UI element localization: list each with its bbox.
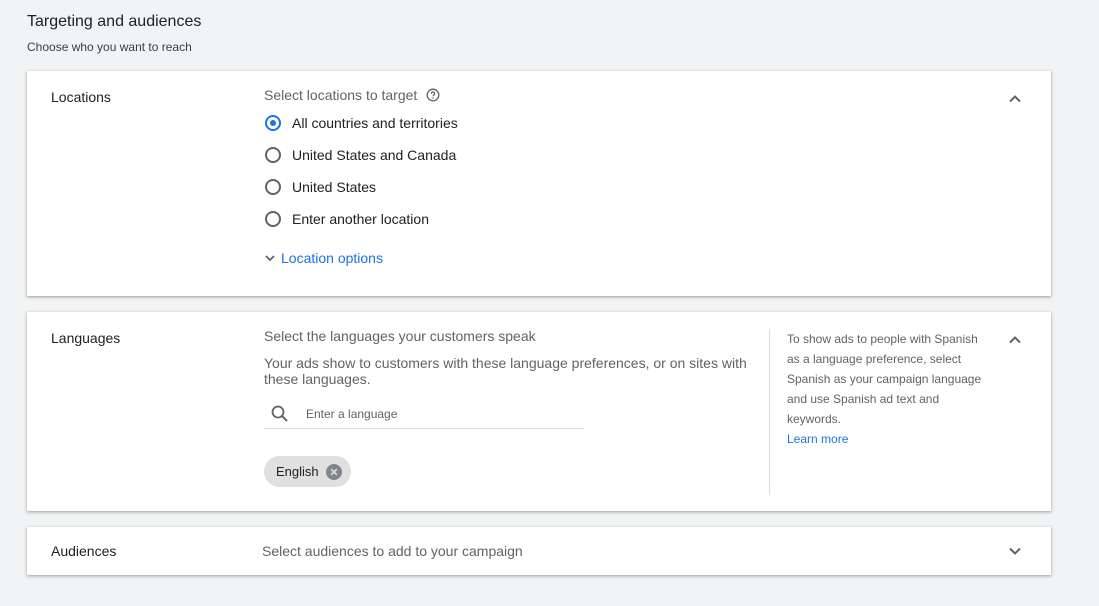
location-options-label: Location options [281,250,383,266]
learn-more-link[interactable]: Learn more [787,429,992,449]
language-side-note: To show ads to people with Spanish as a … [787,329,992,449]
location-option-label: United States [292,179,377,195]
chip-label: English [276,464,319,479]
radio-checked-icon[interactable] [265,115,281,131]
languages-prompt: Select the languages your customers spea… [264,328,536,344]
radio-unchecked-icon[interactable] [265,211,281,227]
remove-chip-icon[interactable] [325,463,342,480]
locations-prompt: Select locations to target [264,87,440,103]
chevron-up-icon[interactable] [1007,332,1023,348]
page-subtitle: Choose who you want to reach [27,40,192,54]
languages-title: Languages [51,330,121,346]
languages-card: Languages Select the languages your cust… [27,312,1051,511]
locations-title: Locations [51,89,111,105]
languages-description: Your ads show to customers with these la… [264,355,747,387]
location-option-label: All countries and territories [292,115,458,131]
language-search-input[interactable] [304,406,568,422]
location-option-other[interactable]: Enter another location [264,207,429,231]
location-option-us-canada[interactable]: United States and Canada [264,143,456,167]
chevron-down-icon[interactable] [1007,543,1023,559]
selected-language-chip: English [264,456,351,487]
side-divider [769,329,770,495]
radio-unchecked-icon[interactable] [265,147,281,163]
search-icon [271,405,288,422]
side-note-text: To show ads to people with Spanish as a … [787,332,982,426]
audiences-title: Audiences [51,543,117,559]
audiences-card[interactable]: Audiences Select audiences to add to you… [27,527,1051,575]
audiences-prompt: Select audiences to add to your campaign [262,543,523,559]
chevron-up-icon[interactable] [1007,91,1023,107]
radio-unchecked-icon[interactable] [265,179,281,195]
location-options-toggle[interactable]: Location options [263,250,383,266]
help-circle-icon[interactable] [426,88,440,102]
locations-prompt-text: Select locations to target [264,87,418,103]
language-search [264,400,584,429]
location-option-all-countries[interactable]: All countries and territories [264,111,458,135]
locations-card: Locations Select locations to target All… [27,71,1051,296]
location-option-label: United States and Canada [292,147,457,163]
location-option-us[interactable]: United States [264,175,376,199]
chevron-down-icon [265,255,275,262]
page-title: Targeting and audiences [27,13,202,30]
location-option-label: Enter another location [292,211,429,227]
